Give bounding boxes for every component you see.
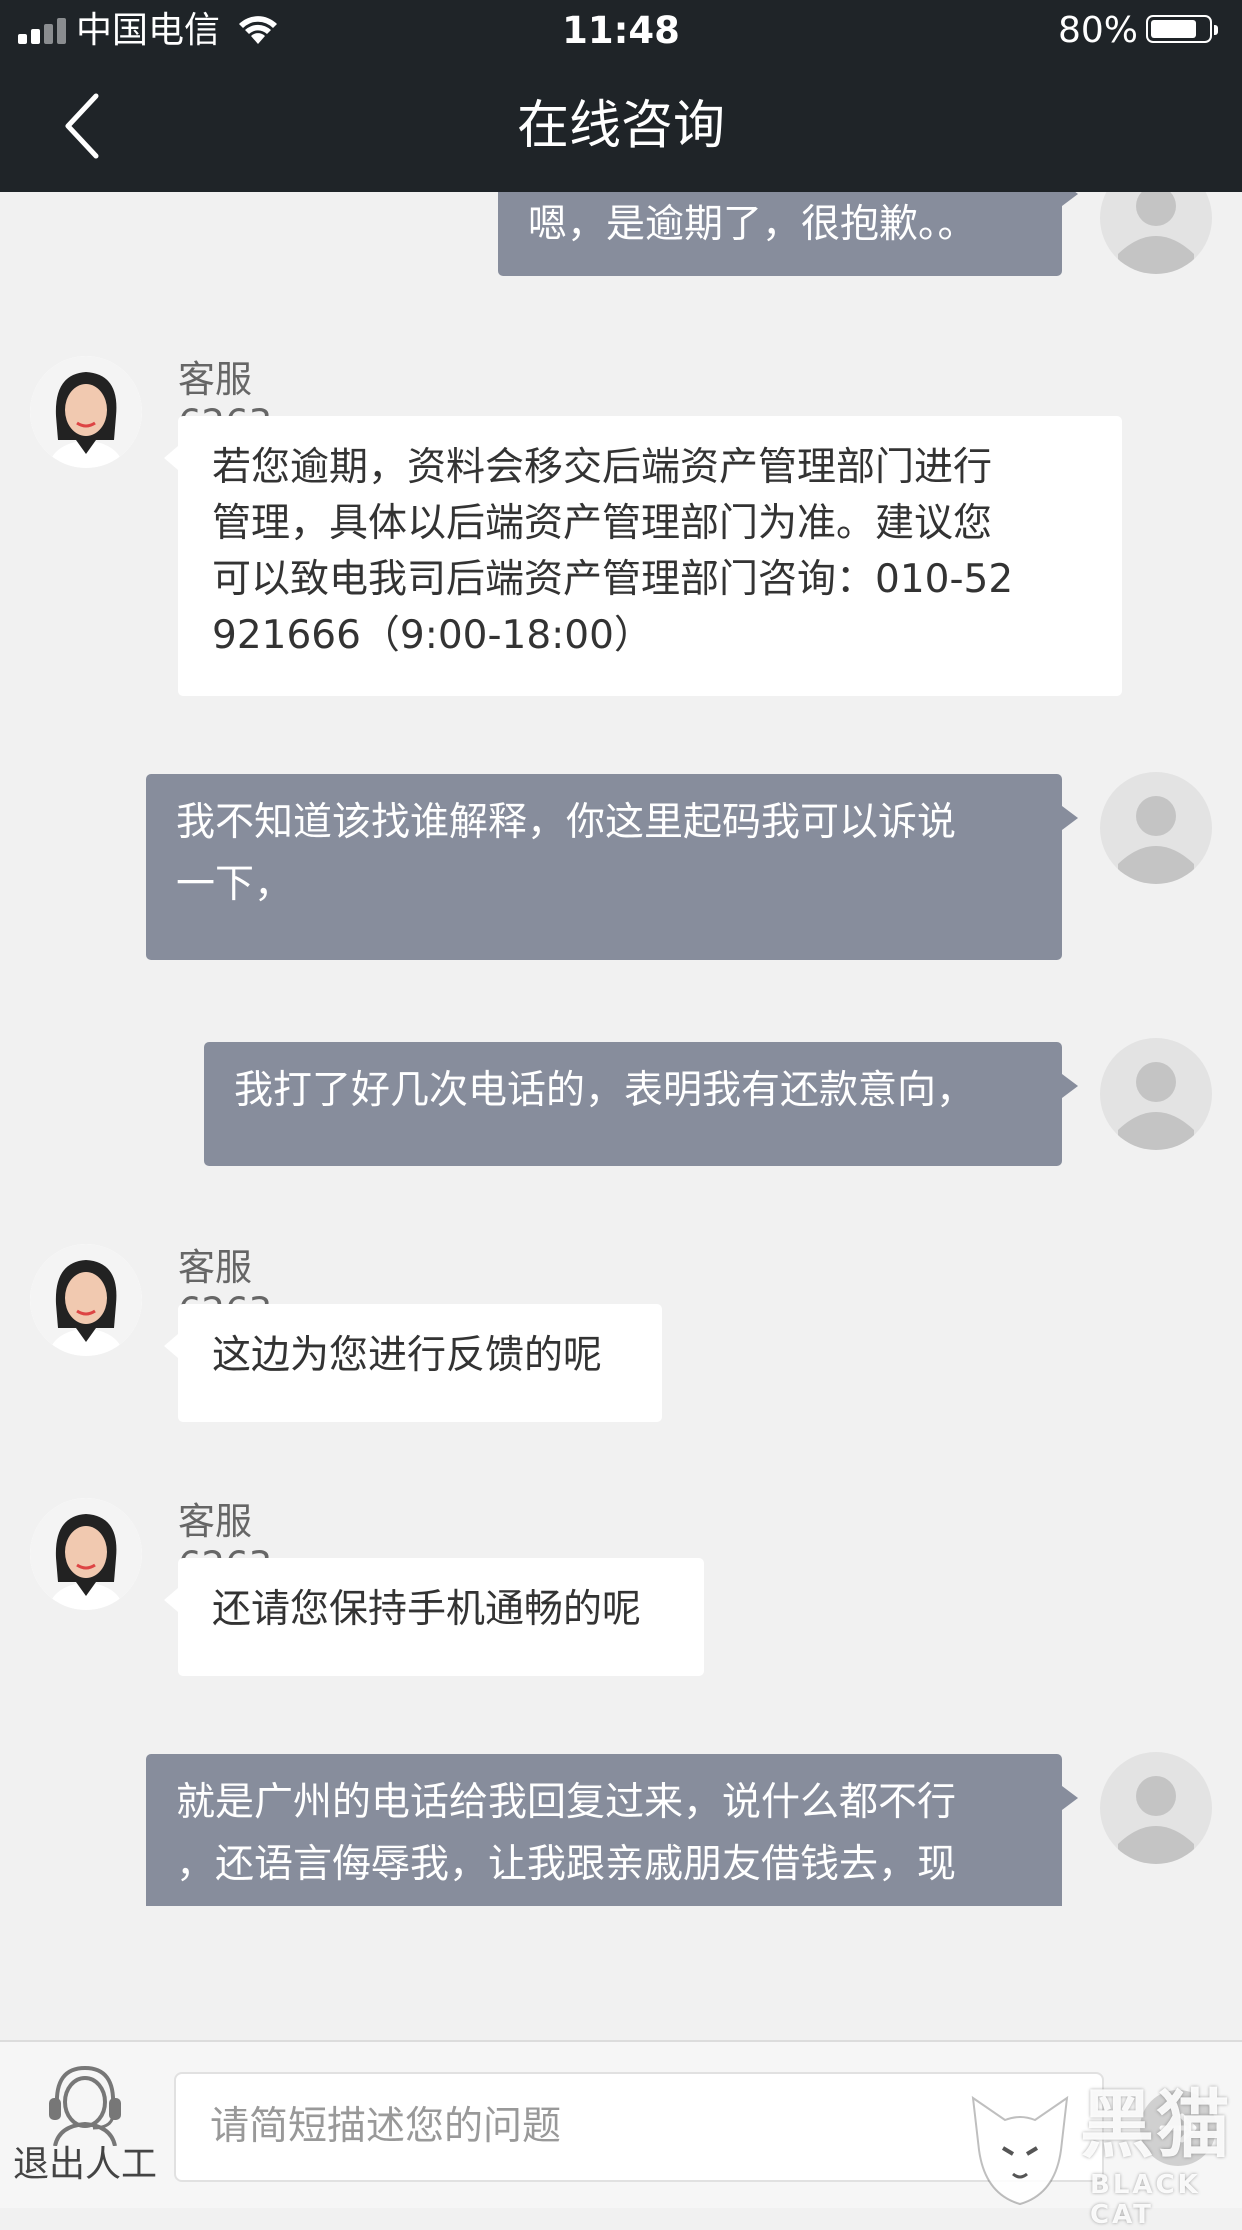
battery-level xyxy=(1151,20,1196,38)
user-bubble[interactable]: 就是广州的电话给我回复过来，说什么都不行 ，还语言侮辱我，让我跟亲戚朋友借钱去，… xyxy=(146,1754,1078,1906)
watermark: 黑猫 BLACK CAT xyxy=(965,2084,1242,2230)
chat-list[interactable]: 嗯，是逾期了，很抱歉。。 客服6263 若您逾期，资料会移交后端资产管理部门进行… xyxy=(0,192,1242,1908)
nav-bar: 在线咨询 xyxy=(0,62,1242,192)
black-cat-logo-icon xyxy=(971,2095,1069,2206)
watermark-subtext: BLACK CAT xyxy=(1090,2170,1201,2230)
watermark-text: 黑猫 xyxy=(1080,2082,1232,2168)
clock-time: 11:48 xyxy=(562,9,680,52)
headset-agent-icon xyxy=(49,2065,121,2146)
battery-percent: 80% xyxy=(1057,10,1138,51)
exit-agent-label: 退出人工 xyxy=(12,2144,157,2185)
input-placeholder: 请简短描述您的问题 xyxy=(210,2104,562,2149)
chat-message-user: 就是广州的电话给我回复过来，说什么都不行 ，还语言侮辱我，让我跟亲戚朋友借钱去，… xyxy=(0,192,1242,1906)
battery-icon xyxy=(1146,15,1218,43)
message-text-line: ，还语言侮辱我，让我跟亲戚朋友借钱去，现 xyxy=(176,1842,957,1887)
exit-agent-button[interactable]: 退出人工 xyxy=(0,2062,170,2202)
page-title: 在线咨询 xyxy=(516,96,725,156)
app-header: 中国电信 11:48 80% 在线咨询 xyxy=(0,0,1242,192)
status-bar: 中国电信 11:48 80% xyxy=(0,0,1242,62)
message-text-line: 就是广州的电话给我回复过来，说什么都不行 xyxy=(176,1780,957,1825)
user-avatar-icon xyxy=(1100,1752,1212,1864)
